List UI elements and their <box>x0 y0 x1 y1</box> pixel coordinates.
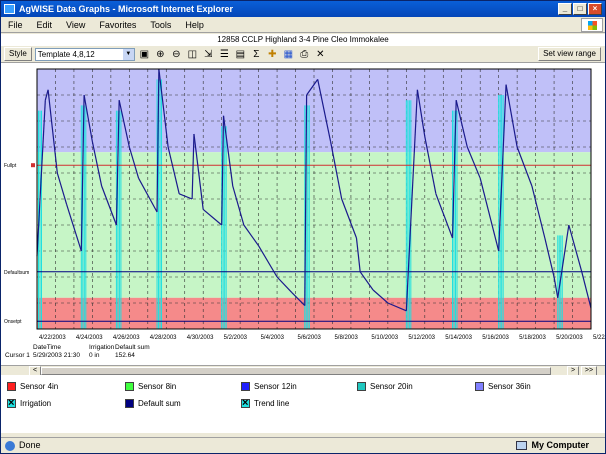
cursor-datetime: 5/29/2003 21:30 <box>33 352 80 359</box>
template-value: Template 4,8,12 <box>37 49 95 59</box>
legend-label: Sensor 12in <box>254 382 297 391</box>
computer-icon <box>516 441 528 450</box>
crosshair-icon[interactable]: ✚ <box>266 48 279 61</box>
menu-favorites[interactable]: Favorites <box>98 20 137 30</box>
sensor-chart[interactable]: Fullpt Defaultsum Onsetpt 4/22/2003 4/24/200… <box>1 63 605 343</box>
legend-label: Trend line <box>254 399 290 408</box>
graph-toolbar: Style Template 4,8,12 ▼ ▣ ⊕ ⊖ ◫ ⇲ ☰ ▤ Σ … <box>1 46 605 63</box>
cursor-info: DateTime Irrigation Default sum Cursor 1… <box>1 343 605 365</box>
save-icon[interactable]: ▣ <box>138 48 151 61</box>
menu-file[interactable]: File <box>7 20 24 30</box>
status-text: Done <box>19 440 41 450</box>
export-icon[interactable]: ⇲ <box>202 48 215 61</box>
x-tick-label: 5/22/2003 <box>593 335 605 341</box>
page-icon <box>5 440 15 451</box>
template-select[interactable]: Template 4,8,12 ▼ <box>34 47 135 61</box>
x-tick-label: 4/30/2003 <box>187 335 214 341</box>
chart-band-2 <box>37 297 591 329</box>
menu-view[interactable]: View <box>65 20 86 30</box>
zone-text: My Computer <box>531 440 589 450</box>
legend-swatch <box>475 382 484 391</box>
sum-icon[interactable]: Σ <box>250 48 263 61</box>
ie-icon <box>4 4 15 14</box>
legend-trend-line[interactable]: Trend line <box>241 397 290 409</box>
title-bar: AgWISE Data Graphs - Microsoft Internet … <box>1 1 605 17</box>
default-sum-header: Default sum <box>115 344 150 351</box>
close-icon[interactable]: ✕ <box>314 48 327 61</box>
legend-swatch <box>125 382 134 391</box>
irrigation-header: Irrigation <box>89 344 115 351</box>
cursor-label: Cursor 1 <box>5 352 30 359</box>
x-tick-label: 5/16/2003 <box>482 335 509 341</box>
status-bar: Done My Computer <box>1 437 605 453</box>
legend-label: Default sum <box>138 399 181 408</box>
legend-swatch <box>357 382 366 391</box>
window-title: AgWISE Data Graphs - Microsoft Internet … <box>19 4 234 14</box>
side-label-1: Defaultsum <box>4 270 29 276</box>
cursor-default-sum: 152.64 <box>115 352 135 359</box>
legend-swatch <box>125 399 134 408</box>
legend-label: Sensor 4in <box>20 382 59 391</box>
maximize-button[interactable]: □ <box>573 3 587 15</box>
x-tick-label: 5/8/2003 <box>334 335 358 341</box>
x-tick-label: 5/18/2003 <box>519 335 546 341</box>
cursor-irrigation: 0 in <box>89 352 100 359</box>
x-tick-label: 4/24/2003 <box>76 335 103 341</box>
page-title: 12858 CCLP Highland 3-4 Pine Cleo Immoka… <box>1 34 605 46</box>
side-label-0: Fullpt <box>4 163 17 169</box>
chart-icon[interactable]: ▤ <box>234 48 247 61</box>
legend-label: Sensor 36in <box>488 382 531 391</box>
x-tick-label: 5/2/2003 <box>224 335 248 341</box>
close-button[interactable]: × <box>588 3 602 15</box>
x-tick-label: 4/22/2003 <box>39 335 66 341</box>
minimize-button[interactable]: _ <box>558 3 572 15</box>
print-icon[interactable]: ⎙ <box>298 48 311 61</box>
chart-area[interactable]: Fullpt Defaultsum Onsetpt 4/22/2003 4/24/200… <box>1 63 605 343</box>
graph-icon[interactable]: ◫ <box>186 48 199 61</box>
x-tick-label: 4/26/2003 <box>113 335 140 341</box>
legend: Sensor 4in Sensor 8in Sensor 12in Sensor… <box>1 375 605 433</box>
legend-swatch <box>7 382 16 391</box>
style-button[interactable]: Style <box>4 47 32 61</box>
color-icon[interactable]: ▦ <box>282 48 295 61</box>
legend-label: Irrigation <box>20 399 52 408</box>
set-view-range-button[interactable]: Set view range <box>538 47 601 61</box>
menu-bar: File Edit View Favorites Tools Help <box>1 17 605 33</box>
side-label-2: Onsetpt <box>4 319 22 325</box>
menu-tools[interactable]: Tools <box>149 20 172 30</box>
x-tick-label: 5/12/2003 <box>408 335 435 341</box>
legend-swatch <box>241 382 250 391</box>
menu-edit[interactable]: Edit <box>36 20 54 30</box>
legend-sensor-36in[interactable]: Sensor 36in <box>475 382 531 391</box>
x-tick-label: 4/28/2003 <box>150 335 177 341</box>
menu-help[interactable]: Help <box>184 20 205 30</box>
zoom-out-icon[interactable]: ⊖ <box>170 48 183 61</box>
legend-sensor-4in[interactable]: Sensor 4in <box>7 382 58 391</box>
legend-irrigation[interactable]: Irrigation <box>7 397 52 409</box>
windows-logo-icon <box>581 18 603 32</box>
legend-default-sum[interactable]: Default sum <box>125 399 181 408</box>
legend-sensor-8in[interactable]: Sensor 8in <box>125 382 176 391</box>
x-tick-label: 5/4/2003 <box>261 335 285 341</box>
datetime-header: DateTime <box>33 344 61 351</box>
legend-label: Sensor 8in <box>138 382 177 391</box>
scroll-thumb[interactable] <box>41 367 551 375</box>
list-icon[interactable]: ☰ <box>218 48 231 61</box>
legend-sensor-20in[interactable]: Sensor 20in <box>357 382 413 391</box>
x-tick-label: 5/10/2003 <box>371 335 398 341</box>
x-tick-label: 5/20/2003 <box>556 335 583 341</box>
zoom-in-icon[interactable]: ⊕ <box>154 48 167 61</box>
x-tick-label: 5/14/2003 <box>445 335 472 341</box>
x-tick-label: 5/6/2003 <box>298 335 322 341</box>
legend-sensor-12in[interactable]: Sensor 12in <box>241 382 297 391</box>
legend-swatch-x-icon <box>7 397 16 409</box>
browser-window: AgWISE Data Graphs - Microsoft Internet … <box>0 0 606 454</box>
fullpt-marker <box>31 163 35 168</box>
chevron-down-icon: ▼ <box>122 48 134 60</box>
window-controls: _ □ × <box>558 3 602 15</box>
horizontal-scrollbar[interactable]: < > >> <box>1 365 605 376</box>
legend-swatch-x-icon <box>241 397 250 409</box>
legend-label: Sensor 20in <box>370 382 413 391</box>
